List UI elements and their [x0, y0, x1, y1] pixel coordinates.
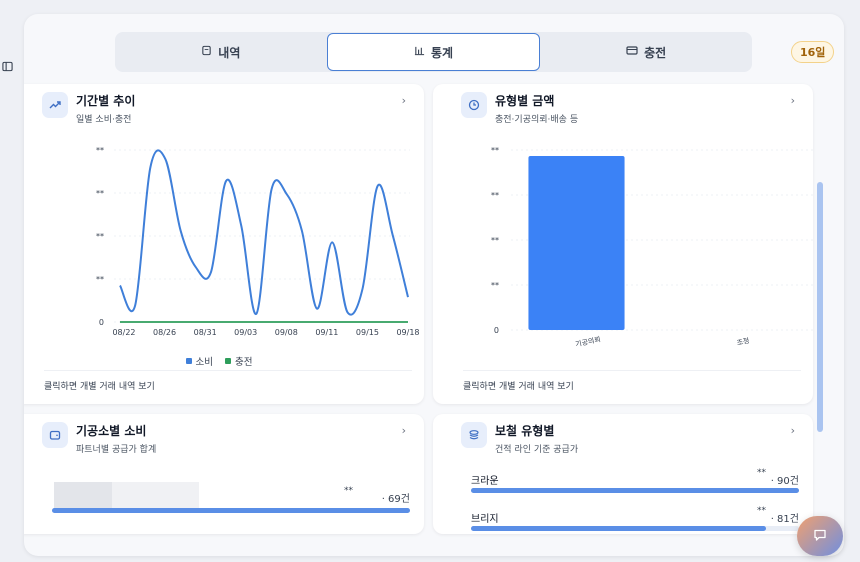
progress-fill — [471, 526, 767, 531]
legend-label: 충전 — [235, 357, 253, 368]
x-tick-label: 조정 — [736, 336, 750, 347]
stats-panel: 내역 통계 충전 16일 기간별 추이 일별 소비·충전 › ** ** ** ** 0… — [24, 14, 844, 556]
y-tick-label: ** — [96, 146, 104, 155]
x-tick-label: 09/11 — [315, 328, 338, 337]
tab-stats-label: 통계 — [430, 45, 454, 60]
item-count: · 81건 — [770, 514, 799, 525]
y-tick-label: ** — [491, 236, 499, 245]
y-tick-label: ** — [491, 146, 499, 155]
receipt-icon — [201, 45, 212, 59]
x-tick-label: 08/31 — [194, 328, 217, 337]
lab-spend-card[interactable]: 기공소별 소비 파트너별 공급가 합계 › ** · 69건 — [24, 414, 424, 534]
chevron-right-icon[interactable]: › — [402, 424, 406, 437]
y-tick-label: 0 — [99, 318, 104, 327]
days-badge: 16일 — [791, 41, 835, 63]
chevron-right-icon[interactable]: › — [791, 424, 795, 437]
card-header: 기공소별 소비 파트너별 공급가 합계 › — [42, 418, 414, 458]
y-tick-label: ** — [96, 275, 104, 284]
tab-history[interactable]: 내역 — [115, 32, 327, 72]
progress-fill — [52, 508, 410, 513]
y-tick-label: ** — [491, 281, 499, 290]
item-label: 브리지 — [471, 514, 499, 525]
series-line-consume — [119, 149, 409, 316]
progress-fill — [471, 488, 799, 493]
y-tick-label: ** — [491, 191, 499, 200]
x-tick-label: 08/26 — [153, 328, 176, 337]
x-tick-label: 09/15 — [356, 328, 379, 337]
layers-icon — [461, 422, 487, 448]
list-item[interactable]: 크라운 ** · 90건 — [471, 468, 799, 498]
card-footer-link[interactable]: 클릭하면 개별 거래 내역 보기 — [44, 370, 412, 392]
legend-label: 소비 — [195, 357, 213, 368]
legend-item-consume: 소비 — [185, 354, 213, 368]
item-count: · 69건 — [381, 494, 410, 505]
y-tick-label: ** — [96, 232, 104, 241]
progress-bar — [471, 488, 799, 493]
masked-amount: ** — [757, 468, 766, 478]
sidebar-toggle-icon[interactable] — [0, 55, 14, 77]
list-item[interactable]: ** · 69건 — [52, 486, 410, 516]
x-tick-label: 09/18 — [396, 328, 419, 337]
tab-charge-label: 충전 — [644, 45, 667, 60]
line-chart: ** ** ** ** 0 08/22 08/26 08/31 09/03 09/08 09/11 0… — [96, 146, 420, 337]
card-subtitle: 파트너별 공급가 합계 — [76, 445, 157, 455]
item-label: 크라운 — [471, 476, 499, 487]
vertical-scrollbar[interactable] — [817, 182, 823, 432]
card-title: 보철 유형별 — [495, 424, 555, 438]
card-header: 보철 유형별 건적 라인 기준 공급가 › — [461, 418, 803, 458]
x-tick-label: 09/03 — [234, 328, 257, 337]
card-title: 기공소별 소비 — [76, 424, 147, 438]
chat-icon — [813, 527, 827, 546]
tab-charge[interactable]: 충전 — [540, 32, 752, 72]
tab-stats[interactable]: 통계 — [326, 33, 541, 71]
trend-card[interactable]: 기간별 추이 일별 소비·충전 › ** ** ** ** 0 08/22 08/26 08/… — [24, 84, 424, 404]
item-count: · 90건 — [770, 476, 799, 487]
x-tick-label: 08/22 — [112, 328, 135, 337]
y-tick-label: ** — [96, 189, 104, 198]
masked-amount: ** — [757, 506, 766, 516]
card-icon — [626, 45, 638, 59]
tab-history-label: 내역 — [218, 45, 241, 60]
y-tick-label: 0 — [494, 326, 499, 335]
x-tick-label: 09/08 — [275, 328, 298, 337]
type-amount-card[interactable]: 유형별 금액 충전·기공의뢰·배송 등 › ** ** ** ** 0 기공의뢰 조정 클릭… — [433, 84, 813, 404]
card-footer-link[interactable]: 클릭하면 개별 거래 내역 보기 — [463, 370, 801, 392]
legend-item-charge: 충전 — [225, 354, 252, 368]
bar — [528, 156, 625, 330]
bar-chart: ** ** ** ** 0 기공의뢰 조정 — [491, 146, 813, 349]
card-subtitle: 건적 라인 기준 공급가 — [495, 445, 579, 455]
x-tick-label: 기공의뢰 — [574, 334, 601, 348]
masked-amount: ** — [344, 486, 353, 496]
chat-button[interactable] — [797, 516, 843, 556]
progress-bar — [52, 508, 410, 513]
list-item[interactable]: 브리지 ** · 81건 — [471, 506, 799, 534]
tab-bar: 내역 통계 충전 — [115, 32, 752, 72]
bar-chart-icon — [414, 45, 425, 59]
progress-bar — [471, 526, 799, 531]
prosthesis-card[interactable]: 보철 유형별 건적 라인 기준 공급가 › 크라운 ** · 90건 브리지 *… — [433, 414, 813, 534]
wallet-icon — [42, 422, 68, 448]
chart-legend: 소비 충전 — [24, 354, 424, 368]
